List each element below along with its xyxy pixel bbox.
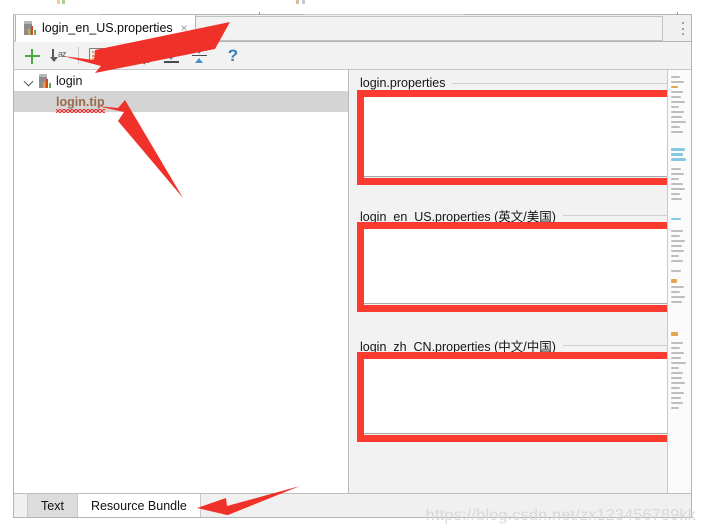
collapse-all-button[interactable] xyxy=(185,43,213,69)
tab-text[interactable]: Text xyxy=(28,494,78,517)
editor-tab-login-en-us[interactable]: login_en_US.properties × xyxy=(15,15,196,42)
group-by-prefix-button[interactable] xyxy=(83,43,111,69)
settings-button[interactable] xyxy=(129,43,157,69)
properties-file-icon xyxy=(39,73,52,88)
group-title-rule xyxy=(562,345,679,346)
collapse-all-icon xyxy=(191,48,207,63)
properties-file-icon xyxy=(24,21,37,35)
highlight-box-default xyxy=(357,90,685,185)
add-property-button[interactable] xyxy=(18,43,46,69)
expand-all-icon xyxy=(163,48,179,63)
highlight-box-zh-cn xyxy=(357,352,685,442)
sort-az-icon: az xyxy=(50,48,69,64)
editor-tab-strip: login_en_US.properties × xyxy=(14,12,691,42)
chevron-down-icon[interactable] xyxy=(22,74,35,87)
tree-root-label: login xyxy=(56,73,83,88)
group-title-rule xyxy=(452,82,679,84)
locale-group-zh-cn: login_zh_CN.properties (中文/中国) xyxy=(350,336,691,458)
screenshot-root: login_en_US.properties × az ? login logi… xyxy=(0,0,706,532)
resource-bundle-detail-pane: login.properties login_en_US.properties … xyxy=(350,70,691,493)
list-properties-icon xyxy=(89,48,105,63)
editor-window: login_en_US.properties × az ? login logi… xyxy=(13,12,692,518)
tree-root-login[interactable]: login xyxy=(14,70,348,91)
toolbar-separator-1 xyxy=(78,47,79,64)
tree-item-login-tip[interactable]: login.tip xyxy=(14,91,348,113)
bottom-bar-gutter xyxy=(14,494,28,517)
tab-resource-bundle[interactable]: Resource Bundle xyxy=(77,494,201,517)
locale-group-default: login.properties xyxy=(350,76,691,196)
tab-overflow-icon[interactable] xyxy=(681,22,685,35)
sort-alphabetically-button[interactable]: az xyxy=(46,43,74,69)
expand-all-button[interactable] xyxy=(157,43,185,69)
group-title-rule xyxy=(562,215,679,216)
editor-mode-tab-bar: Text Resource Bundle xyxy=(14,493,691,517)
editor-tab-label: login_en_US.properties xyxy=(42,21,173,35)
top-bleed-strip xyxy=(0,0,706,14)
tree-item-label: login.tip xyxy=(56,95,105,113)
plus-icon xyxy=(24,48,40,64)
group-title: login.properties xyxy=(360,76,679,90)
properties-key-tree[interactable]: login login.tip xyxy=(14,70,349,493)
code-minimap-strip[interactable] xyxy=(667,70,691,493)
resource-bundle-toolbar: az ? xyxy=(14,42,691,70)
highlight-box-en-us xyxy=(357,222,685,312)
editor-tab-empty-area xyxy=(192,16,663,41)
split-panes: login login.tip login.properties login_e… xyxy=(14,70,691,493)
group-title-label: login.properties xyxy=(360,76,446,90)
question-mark-icon: ? xyxy=(227,46,239,65)
bottom-bar-filler xyxy=(200,494,691,517)
help-button[interactable]: ? xyxy=(219,43,247,69)
properties-settings-icon xyxy=(134,47,152,64)
locale-group-en-us: login_en_US.properties (英文/美国) xyxy=(350,206,691,328)
error-underline xyxy=(56,108,105,113)
close-icon[interactable]: × xyxy=(181,22,188,34)
group-by-prefix-dropdown[interactable] xyxy=(111,39,125,72)
